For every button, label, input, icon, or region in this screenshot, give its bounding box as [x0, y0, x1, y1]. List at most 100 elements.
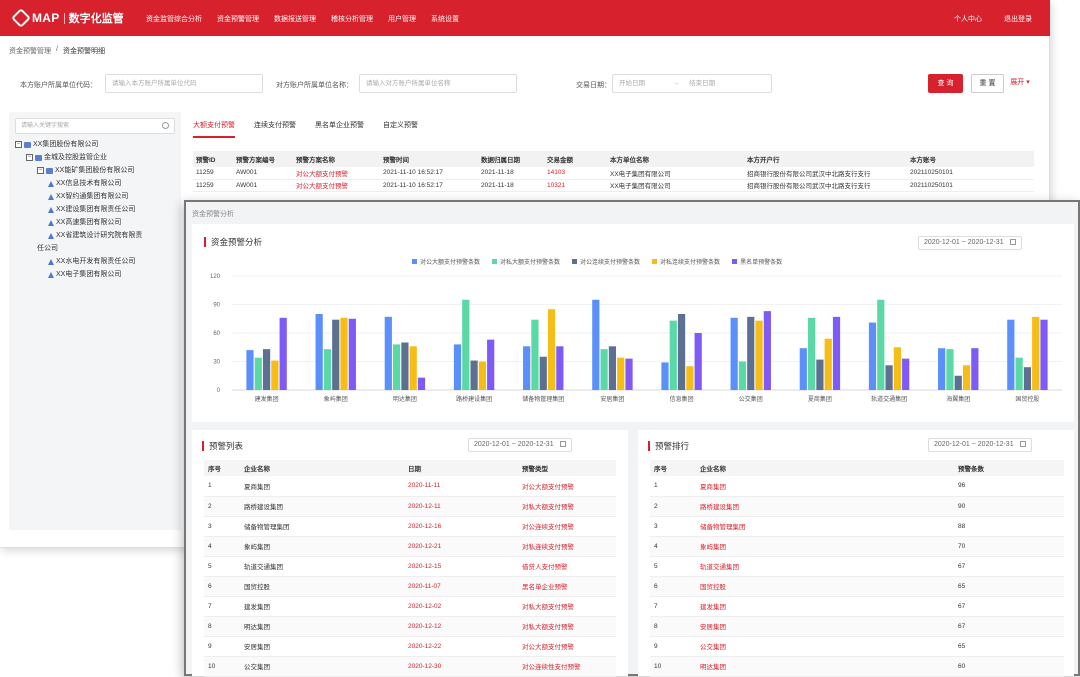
bar[interactable] — [669, 320, 677, 390]
bar[interactable] — [470, 360, 478, 390]
bar[interactable] — [946, 349, 954, 390]
table-row[interactable]: 3 储备物管理集团 88 — [650, 516, 1064, 537]
bar[interactable] — [625, 358, 633, 390]
bar[interactable] — [600, 349, 608, 390]
nav-user-management[interactable]: 用户管理 — [388, 14, 416, 24]
bar[interactable] — [1015, 357, 1023, 390]
table-row[interactable]: 1 夏商集团 2020-11-11 对公大额支付预警 — [204, 476, 616, 497]
bar[interactable] — [523, 346, 531, 390]
table-row[interactable]: 8 明达集团 2020-12-12 对私大额支付预警 — [204, 616, 616, 637]
bar[interactable] — [409, 346, 417, 390]
table-row[interactable]: 10 公交集团 2020-12-30 对公连续性支付预警 — [204, 656, 616, 677]
bar[interactable] — [824, 338, 832, 390]
nav-audit-analysis[interactable]: 稽核分析管理 — [331, 14, 373, 24]
tree-node[interactable]: − 金城及控股监管企业 — [15, 151, 175, 164]
bar[interactable] — [348, 318, 356, 390]
table-row[interactable]: 1 夏商集团 96 — [650, 476, 1064, 497]
bar[interactable] — [962, 365, 971, 390]
chart-date-range[interactable]: 2020-12-01 ~ 2020-12-31 — [918, 236, 1022, 250]
table-cell[interactable]: 对公大额支付预警 — [293, 179, 380, 192]
bar[interactable] — [868, 322, 877, 390]
bar[interactable] — [262, 349, 271, 390]
counter-unit-input[interactable]: 请输入对方账户所属单位名称 — [359, 74, 517, 93]
bar[interactable] — [556, 346, 564, 390]
table-row[interactable]: 11259 AW001 对公大额支付预警 2021-11-10 16:52:17 202… — [193, 167, 1034, 180]
reset-button[interactable]: 重 置 — [971, 74, 1004, 93]
table-row[interactable]: 9 公交集团 65 — [650, 636, 1064, 657]
query-button[interactable]: 查 询 — [928, 74, 963, 93]
trade-date-range-input[interactable]: 开始日期 → 结束日期 — [612, 74, 772, 93]
table-row[interactable]: 5 轨道交通集团 67 — [650, 556, 1064, 577]
legend-item[interactable]: 对私大额支付预警条数 — [492, 257, 560, 266]
legend-item[interactable]: 黑名单预警条数 — [732, 257, 782, 266]
bar[interactable] — [323, 349, 332, 390]
table-row[interactable]: 7 建发集团 67 — [650, 596, 1064, 617]
bar[interactable] — [799, 348, 807, 390]
table-row[interactable]: 7 建发集团 2020-12-02 对私大额支付预警 — [204, 596, 616, 617]
bar[interactable] — [686, 366, 694, 390]
bar[interactable] — [315, 314, 323, 390]
tab-blacklist[interactable]: 黑名单企业预警 — [315, 120, 364, 138]
tree-node[interactable]: XX电子集团有限公司 — [15, 268, 175, 281]
tree-node[interactable]: − XX集团股份有限公司 — [15, 138, 175, 151]
table-row[interactable]: 4 象屿集团 2020-12-21 对私连续支付预警 — [204, 536, 616, 557]
tab-custom[interactable]: 自定义预警 — [383, 120, 418, 138]
bar[interactable] — [885, 365, 893, 390]
bar[interactable] — [954, 375, 962, 390]
bar[interactable] — [971, 348, 979, 390]
bar[interactable] — [763, 311, 771, 390]
bar[interactable] — [730, 317, 738, 390]
tree-node[interactable]: − XX能矿集团股份有限公司 — [15, 164, 175, 177]
table-row[interactable]: 2 路桥建设集团 2020-12-11 对私大额支付预警 — [204, 496, 616, 517]
bar[interactable] — [1023, 367, 1032, 390]
tree-search-input[interactable]: 请输入关键字搜索 — [15, 118, 175, 134]
bar[interactable] — [401, 342, 409, 391]
bar[interactable] — [539, 356, 547, 390]
bar[interactable] — [393, 344, 401, 390]
nav-fund-analysis[interactable]: 资金监管综合分析 — [146, 14, 202, 24]
bar[interactable] — [832, 316, 841, 390]
logout-link[interactable]: 退出登录 — [1004, 14, 1032, 24]
table-row[interactable]: 6 国贸控股 65 — [650, 576, 1064, 597]
bar[interactable] — [531, 319, 539, 390]
nav-data-submit[interactable]: 数据报送管理 — [274, 14, 316, 24]
table-row[interactable]: 3 储备物管理集团 2020-12-16 对公连续支付预警 — [204, 516, 616, 537]
collapse-toggle-icon[interactable]: − — [15, 141, 22, 148]
table-cell[interactable]: 对公大额支付预警 — [293, 167, 380, 180]
table-row[interactable]: 6 国贸控股 2020-11-07 黑名单企业预警 — [204, 576, 616, 597]
tree-node[interactable]: XX水电开发有限责任公司 — [15, 255, 175, 268]
bar[interactable] — [246, 350, 254, 390]
bar[interactable] — [279, 317, 287, 390]
tab-continuous-payment[interactable]: 连续支付预警 — [254, 120, 296, 138]
nav-system-settings[interactable]: 系统设置 — [431, 14, 459, 24]
collapse-toggle-icon[interactable]: − — [37, 167, 44, 174]
table-row[interactable]: 11259 AW001 对公大额支付预警 2021-11-10 16:52:17 202… — [193, 179, 1034, 192]
legend-item[interactable]: 对私连续支付预警条数 — [652, 257, 720, 266]
bar[interactable] — [755, 320, 763, 390]
bar[interactable] — [677, 314, 686, 390]
bar[interactable] — [417, 377, 426, 390]
tree-node[interactable]: XX建设集团有限责任公司 — [15, 203, 175, 216]
collapse-toggle-icon[interactable]: − — [26, 154, 33, 161]
bar[interactable] — [617, 357, 625, 390]
table-row[interactable]: 9 安居集团 2020-12-22 对公大额支付预警 — [204, 636, 616, 657]
search-icon[interactable] — [162, 122, 169, 129]
table-row[interactable]: 4 象屿集团 70 — [650, 536, 1064, 557]
bar[interactable] — [747, 316, 755, 390]
bar[interactable] — [661, 362, 669, 390]
bar[interactable] — [254, 357, 262, 390]
tree-node[interactable]: XX智约通集团有限公司 — [15, 190, 175, 203]
bar[interactable] — [462, 299, 470, 390]
bar[interactable] — [938, 348, 946, 390]
bar[interactable] — [332, 319, 340, 390]
table-row[interactable]: 2 路桥建设集团 90 — [650, 496, 1064, 517]
expand-button[interactable]: 展开 ▾ — [1006, 74, 1034, 93]
personal-center-link[interactable]: 个人中心 — [954, 14, 982, 24]
legend-item[interactable]: 对公大额支付预警条数 — [412, 257, 480, 266]
bar[interactable] — [694, 333, 702, 390]
warning-list-date-range[interactable]: 2020-12-01 ~ 2020-12-31 — [468, 438, 572, 452]
bar[interactable] — [384, 316, 392, 390]
bar[interactable] — [453, 344, 462, 390]
bar[interactable] — [816, 359, 824, 390]
breadcrumb-parent[interactable]: 资金预警管理 — [9, 46, 51, 56]
